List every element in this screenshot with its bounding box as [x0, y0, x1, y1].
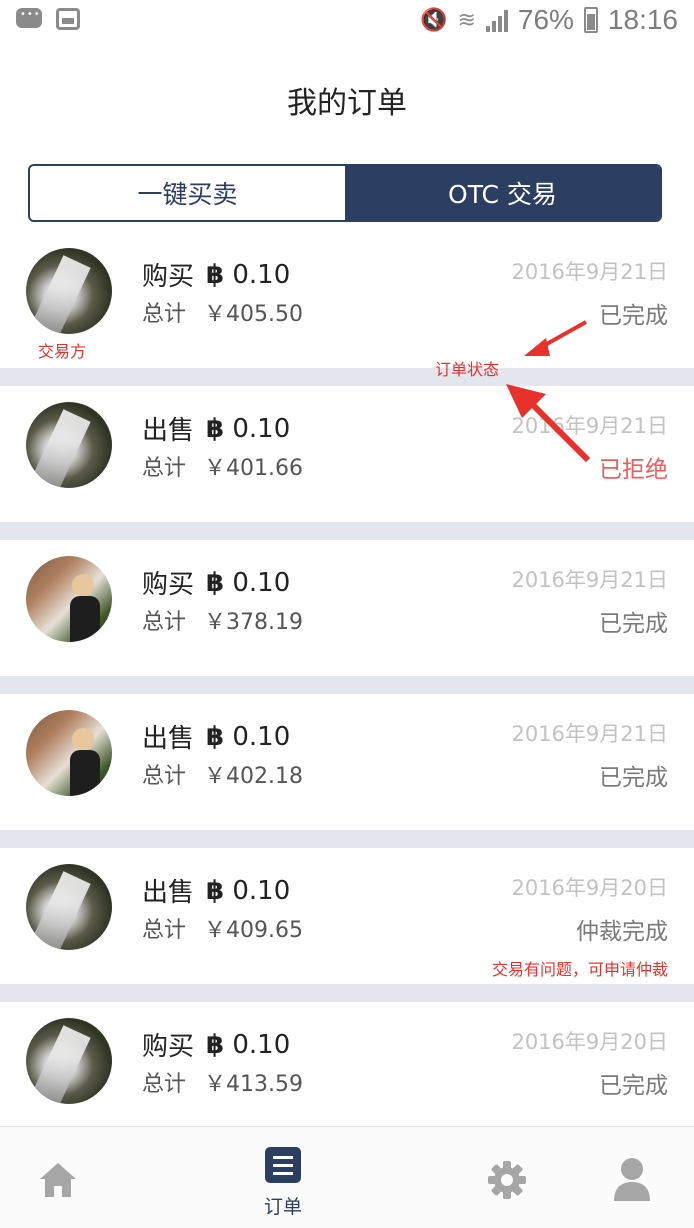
bitcoin-icon: ฿ [206, 567, 225, 598]
counterparty-avatar[interactable] [26, 1018, 112, 1104]
order-item[interactable]: 购买 ฿ 0.10 总计 ￥413.59 2016年9月20日 已完成 [0, 1002, 694, 1138]
order-total: ￥409.65 [204, 918, 303, 943]
arrow-head-upper [524, 338, 550, 356]
order-type-tabs: 一键买卖 OTC 交易 [28, 164, 662, 222]
message-notification-icon [16, 8, 42, 28]
status-bar: 🔇 ≋ 76% 18:16 [0, 0, 694, 44]
annotation-arrows [506, 320, 591, 463]
order-amount: 0.10 [232, 1029, 291, 1060]
image-notification-icon [56, 8, 80, 30]
order-date: 2016年9月20日 [511, 876, 668, 900]
nav-orders[interactable]: 订单 [233, 1127, 333, 1228]
total-label: 总计 [142, 918, 187, 943]
divider [0, 676, 694, 694]
divider [0, 984, 694, 1002]
total-label: 总计 [142, 302, 187, 327]
order-date: 2016年9月21日 [511, 722, 668, 746]
counterparty-avatar[interactable] [26, 864, 112, 950]
bitcoin-icon: ฿ [206, 259, 225, 290]
bitcoin-icon: ฿ [206, 875, 225, 906]
tab-otc-trade[interactable]: OTC 交易 [345, 166, 660, 220]
order-item[interactable]: 购买 ฿ 0.10 总计 ￥378.19 2016年9月21日 已完成 [0, 540, 694, 676]
order-total: ￥402.18 [204, 764, 303, 789]
nav-orders-label: 订单 [263, 1196, 302, 1218]
order-item[interactable]: 出售 ฿ 0.10 总计 ￥402.18 2016年9月21日 已完成 [0, 694, 694, 830]
page-title: 我的订单 [287, 86, 407, 121]
bottom-nav: 订单 [0, 1126, 694, 1228]
total-label: 总计 [142, 1072, 187, 1097]
order-total: ￥378.19 [204, 610, 303, 635]
order-type: 购买 [142, 262, 195, 292]
bitcoin-icon: ฿ [206, 1029, 225, 1060]
order-status: 已完成 [599, 303, 668, 329]
divider [0, 522, 694, 540]
nav-settings[interactable] [456, 1127, 556, 1228]
order-amount: 0.10 [232, 721, 291, 752]
counterparty-avatar[interactable] [26, 248, 112, 334]
clock: 18:16 [607, 4, 678, 35]
order-date: 2016年9月20日 [511, 1030, 668, 1054]
divider [0, 830, 694, 848]
bitcoin-icon: ฿ [206, 721, 225, 752]
order-status: 已完成 [599, 611, 668, 637]
list-icon [265, 1147, 301, 1183]
nav-profile[interactable] [582, 1127, 682, 1228]
order-total: ￥405.50 [204, 302, 303, 327]
order-type: 出售 [142, 724, 195, 754]
battery-percent: 76% [517, 4, 574, 35]
order-type: 购买 [142, 570, 195, 600]
user-icon [614, 1158, 650, 1201]
signal-icon [485, 8, 508, 32]
total-label: 总计 [142, 456, 187, 481]
total-label: 总计 [142, 610, 187, 635]
gear-icon [488, 1161, 526, 1199]
tab-quick-trade[interactable]: 一键买卖 [30, 166, 345, 220]
order-amount: 0.10 [232, 413, 291, 444]
annotation-order-status: 订单状态 [435, 360, 500, 379]
annotation-arbitration-hint: 交易有问题，可申请仲裁 [491, 960, 668, 979]
annotation-counterparty: 交易方 [38, 342, 87, 361]
counterparty-avatar[interactable] [26, 402, 112, 488]
order-status: 已完成 [599, 1073, 668, 1099]
order-status: 已完成 [599, 765, 668, 791]
wifi-icon: ≋ [457, 7, 476, 32]
order-amount: 0.10 [232, 567, 291, 598]
order-total: ￥401.66 [204, 456, 303, 481]
order-type: 出售 [142, 416, 195, 446]
order-date: 2016年9月21日 [511, 260, 668, 284]
bitcoin-icon: ฿ [206, 413, 225, 444]
order-status: 仲裁完成 [576, 919, 668, 945]
order-status: 已拒绝 [599, 457, 668, 483]
order-amount: 0.10 [232, 875, 291, 906]
order-amount: 0.10 [232, 259, 291, 290]
order-type: 出售 [142, 878, 195, 908]
total-label: 总计 [142, 764, 187, 789]
order-item[interactable]: 出售 ฿ 0.10 总计 ￥409.65 2016年9月20日 仲裁完成 交易有问题… [0, 848, 694, 984]
battery-icon [583, 7, 598, 33]
order-type: 购买 [142, 1032, 195, 1062]
mute-icon: 🔇 [420, 7, 448, 32]
arrow-line-lower [527, 399, 591, 463]
nav-home[interactable] [8, 1127, 108, 1228]
order-total: ￥413.59 [204, 1072, 303, 1097]
counterparty-avatar[interactable] [26, 556, 112, 642]
home-icon [40, 1163, 76, 1197]
counterparty-avatar[interactable] [26, 710, 112, 796]
order-date: 2016年9月21日 [511, 568, 668, 592]
